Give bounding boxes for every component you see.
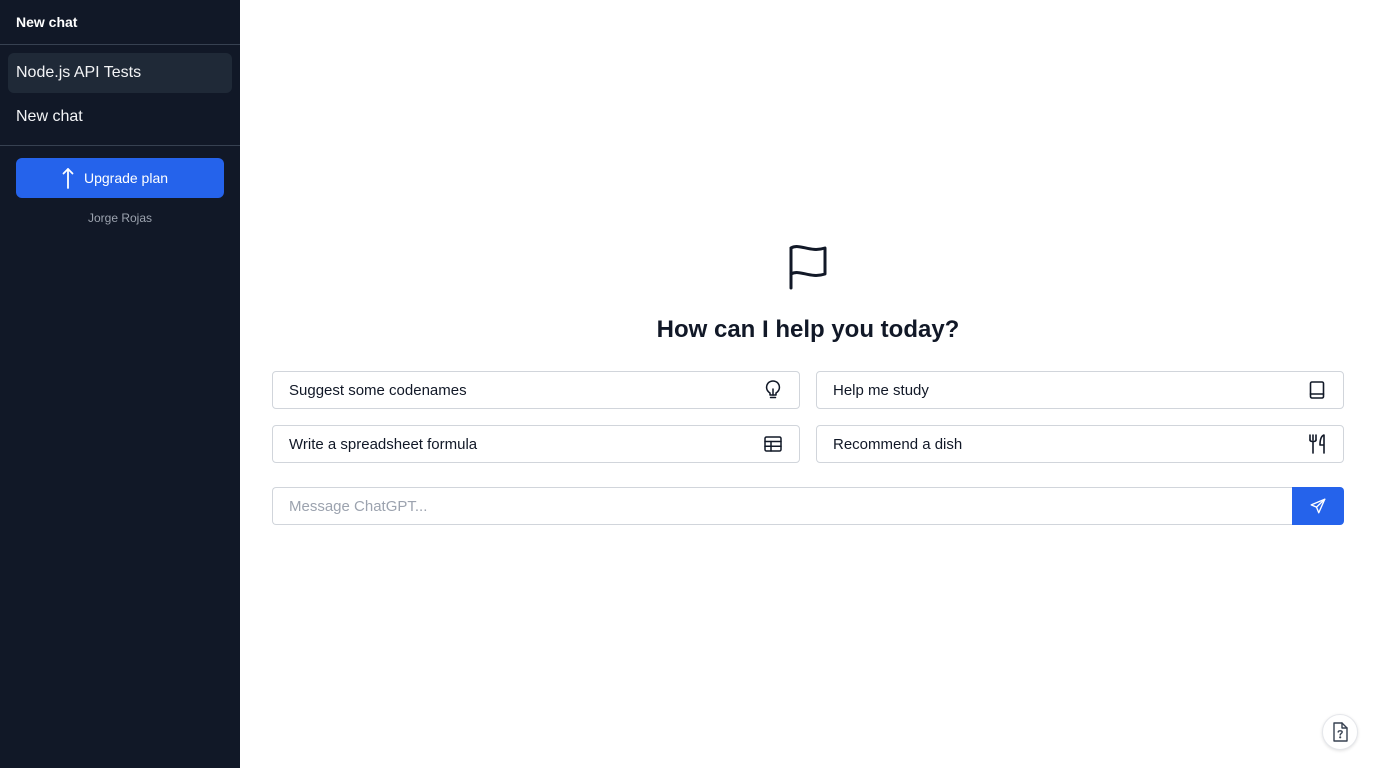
arrow-up-icon — [62, 167, 74, 189]
chat-item-new-chat[interactable]: New chat — [8, 97, 232, 137]
suggestion-label: Help me study — [833, 381, 929, 399]
help-button[interactable] — [1322, 714, 1358, 750]
sidebar-title[interactable]: New chat — [16, 14, 224, 30]
suggestion-spreadsheet[interactable]: Write a spreadsheet formula — [272, 425, 800, 463]
suggestion-label: Write a spreadsheet formula — [289, 435, 478, 453]
suggestion-codenames[interactable]: Suggest some codenames — [272, 371, 800, 409]
chat-item-nodejs-api-tests[interactable]: Node.js API Tests — [8, 53, 232, 93]
help-document-icon — [1332, 722, 1348, 742]
message-input[interactable] — [272, 487, 1292, 525]
upgrade-plan-label: Upgrade plan — [83, 170, 169, 186]
composer — [272, 487, 1344, 525]
flag-icon — [788, 244, 828, 290]
send-button[interactable] — [1292, 487, 1344, 525]
user-name: Jorge Rojas — [87, 211, 153, 225]
sidebar: New chat Node.js API Tests New chat Upgr… — [0, 0, 240, 768]
table-icon — [763, 434, 783, 454]
suggestion-study[interactable]: Help me study — [816, 371, 1344, 409]
page-heading: How can I help you today? — [656, 316, 960, 343]
utensils-icon — [1307, 434, 1327, 454]
upgrade-plan-button[interactable]: Upgrade plan — [16, 158, 224, 198]
suggestion-dish[interactable]: Recommend a dish — [816, 425, 1344, 463]
sidebar-header: New chat — [0, 0, 240, 45]
suggestion-label: Suggest some codenames — [289, 381, 467, 399]
chat-list: Node.js API Tests New chat — [0, 45, 240, 146]
book-icon — [1307, 380, 1327, 400]
suggestion-label: Recommend a dish — [833, 435, 963, 453]
send-plane-icon — [1309, 497, 1327, 515]
lightbulb-icon — [763, 380, 783, 400]
main-area: How can I help you today? Suggest some c… — [240, 0, 1376, 768]
